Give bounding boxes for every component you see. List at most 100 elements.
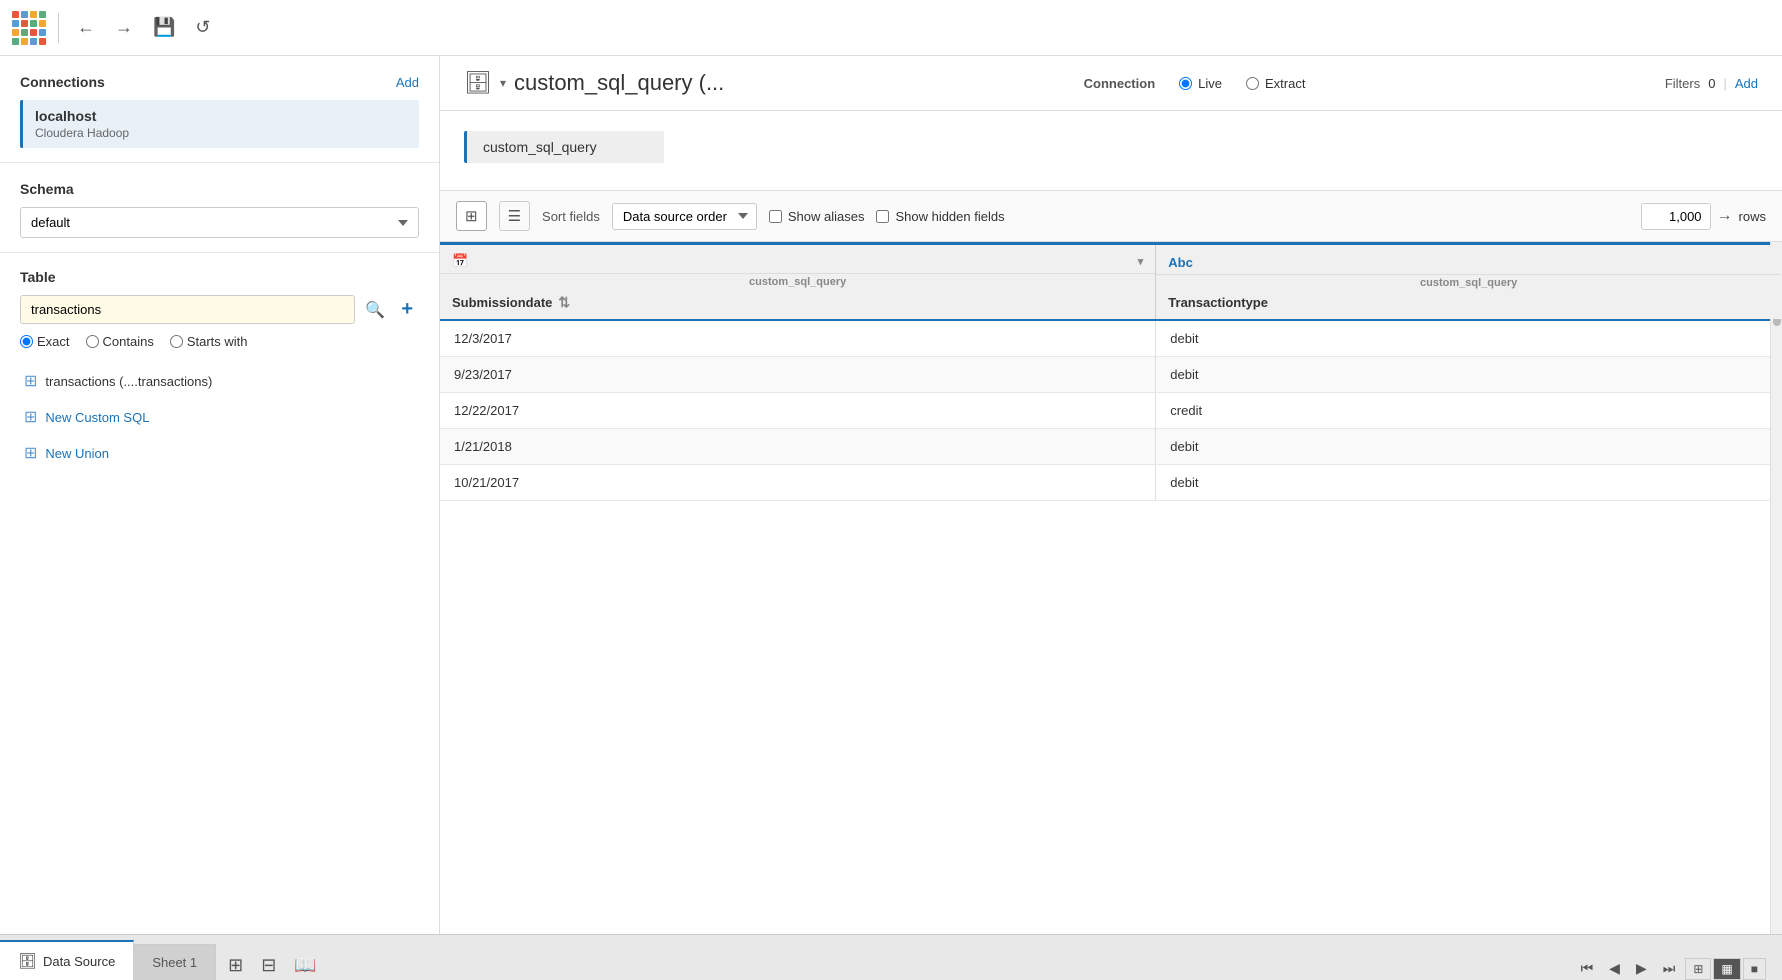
col-header-submissiondate: 📅 ▾ custom_sql_query Submissiondate ⇅ (440, 244, 1156, 321)
normal-view-button[interactable]: ⊞ (1685, 958, 1711, 980)
table-cell: debit (1156, 429, 1782, 465)
add-table-button[interactable]: + (395, 296, 419, 323)
col-source-date: custom_sql_query (440, 274, 1155, 290)
extract-label: Extract (1265, 76, 1305, 91)
compact-view-button[interactable]: ▦ (1713, 958, 1740, 980)
table-search-row: 🔍 + (20, 295, 419, 324)
add-connection-link[interactable]: Add (396, 75, 419, 90)
content-header: 🗄 ▾ custom_sql_query (... Connection Liv… (440, 56, 1782, 111)
connections-section: Connections Add localhost Cloudera Hadoo… (0, 56, 439, 163)
tab-sheet1[interactable]: Sheet 1 (134, 944, 216, 980)
sort-select-wrap: Data source order Alphabetical (612, 203, 757, 230)
back-button[interactable]: ← (71, 11, 101, 44)
next-page-button[interactable]: ▶ (1630, 957, 1653, 980)
table-cell: debit (1156, 465, 1782, 501)
filter-exact[interactable]: Exact (20, 334, 70, 349)
data-source-tab-icon: 🗄 (18, 952, 37, 970)
query-name: custom_sql_query (483, 139, 597, 155)
add-filter-link[interactable]: Add (1735, 76, 1758, 91)
grid-toolbar: ⊞ ☰ Sort fields Data source order Alphab… (440, 191, 1782, 242)
data-table-wrap: 📅 ▾ custom_sql_query Submissiondate ⇅ (440, 242, 1782, 934)
connection-name: localhost (35, 108, 407, 124)
table-cell: 12/22/2017 (440, 393, 1156, 429)
filter-contains[interactable]: Contains (86, 334, 154, 349)
tableau-logo (12, 11, 46, 45)
tab-data-source[interactable]: 🗄 Data Source (0, 940, 134, 980)
list-item-new-custom-sql[interactable]: ⊞ New Custom SQL (20, 399, 419, 435)
list-item-new-union[interactable]: ⊞ New Union (20, 435, 419, 471)
show-hidden-checkbox[interactable] (876, 210, 889, 223)
live-option[interactable]: Live (1179, 76, 1222, 91)
table-cell: 10/21/2017 (440, 465, 1156, 501)
new-union-label: New Union (45, 446, 109, 461)
vertical-scrollbar[interactable] (1770, 242, 1782, 934)
new-custom-sql-label: New Custom SQL (45, 410, 149, 425)
table-row: 10/21/2017debit (440, 465, 1782, 501)
show-aliases-option[interactable]: Show aliases (769, 209, 865, 224)
connection-item-localhost[interactable]: localhost Cloudera Hadoop (20, 100, 419, 148)
show-aliases-checkbox[interactable] (769, 210, 782, 223)
top-toolbar: ← → 💾 ↺ (0, 0, 1782, 56)
col-type-date: 📅 ▾ (440, 245, 1155, 274)
refresh-button[interactable]: ↺ (189, 11, 216, 44)
filters-label: Filters (1665, 76, 1700, 91)
rows-label: rows (1739, 209, 1766, 224)
sort-select[interactable]: Data source order Alphabetical (612, 203, 757, 230)
new-story-button[interactable]: 📖 (286, 951, 324, 980)
col-name-submissiondate: Submissiondate ⇅ (440, 290, 1155, 319)
data-source-tab-label: Data Source (43, 954, 115, 969)
rows-input[interactable] (1641, 203, 1711, 230)
sheet1-tab-label: Sheet 1 (152, 955, 197, 970)
table-header-row: 📅 ▾ custom_sql_query Submissiondate ⇅ (440, 244, 1782, 321)
list-view-button[interactable]: ☰ (499, 201, 530, 231)
first-page-button[interactable]: ⏮ (1575, 957, 1600, 980)
new-dashboard-button[interactable]: ⊟ (253, 951, 284, 980)
table-row: 9/23/2017debit (440, 357, 1782, 393)
bottom-tabs: 🗄 Data Source Sheet 1 ⊞ ⊟ 📖 ⏮ ◀ ▶ ⏭ ⊞ ▦ … (0, 934, 1782, 980)
list-item-transactions[interactable]: ⊞ transactions (....transactions) (20, 363, 419, 399)
schema-title: Schema (20, 181, 419, 197)
live-label: Live (1198, 76, 1222, 91)
datasource-dropdown-arrow[interactable]: ▾ (500, 76, 506, 90)
toolbar-separator (58, 13, 59, 43)
save-button[interactable]: 💾 (147, 11, 181, 44)
full-view-button[interactable]: ■ (1743, 958, 1766, 980)
connections-title: Connections Add (20, 74, 419, 90)
table-cell: 1/21/2018 (440, 429, 1156, 465)
col-dropdown-date[interactable]: ▾ (1138, 255, 1144, 268)
table-search-input[interactable] (20, 295, 355, 324)
col-name-transactiontype: Transactiontype (1156, 291, 1781, 318)
sidebar: Connections Add localhost Cloudera Hadoo… (0, 56, 440, 934)
sort-icon-date[interactable]: ⇅ (558, 294, 570, 311)
last-page-button[interactable]: ⏭ (1657, 957, 1682, 980)
search-icon[interactable]: 🔍 (361, 296, 389, 324)
table-row: 1/21/2018debit (440, 429, 1782, 465)
table-cell: 12/3/2017 (440, 320, 1156, 357)
table-cell: debit (1156, 320, 1782, 357)
new-worksheet-button[interactable]: ⊞ (220, 951, 251, 980)
datasource-title: 🗄 ▾ custom_sql_query (... (464, 70, 724, 96)
table-grid-icon: ⊞ (24, 371, 37, 391)
forward-button[interactable]: → (109, 11, 139, 44)
table-section: Table 🔍 + Exact Contains Starts with (0, 253, 439, 487)
main-layout: Connections Add localhost Cloudera Hadoo… (0, 56, 1782, 934)
prev-page-button[interactable]: ◀ (1603, 957, 1626, 980)
schema-select[interactable]: default (20, 207, 419, 238)
table-row: 12/22/2017credit (440, 393, 1782, 429)
table-cell: credit (1156, 393, 1782, 429)
filters-section: Filters 0 | Add (1665, 76, 1758, 91)
sort-fields-label: Sort fields (542, 209, 600, 224)
show-hidden-option[interactable]: Show hidden fields (876, 209, 1004, 224)
rows-go-button[interactable]: → (1717, 207, 1733, 225)
filters-count: 0 (1708, 76, 1715, 91)
grid-view-button[interactable]: ⊞ (456, 201, 487, 231)
new-sheet-buttons: ⊞ ⊟ 📖 (220, 951, 325, 980)
query-pill[interactable]: custom_sql_query (464, 131, 664, 163)
data-table: 📅 ▾ custom_sql_query Submissiondate ⇅ (440, 242, 1782, 501)
col-type-string: Abc (1156, 247, 1781, 275)
col-header-transactiontype: Abc custom_sql_query Transactiontype (1156, 244, 1782, 321)
table-cell: debit (1156, 357, 1782, 393)
datasource-db-icon: 🗄 (464, 70, 492, 96)
extract-option[interactable]: Extract (1246, 76, 1305, 91)
filter-starts-with[interactable]: Starts with (170, 334, 248, 349)
